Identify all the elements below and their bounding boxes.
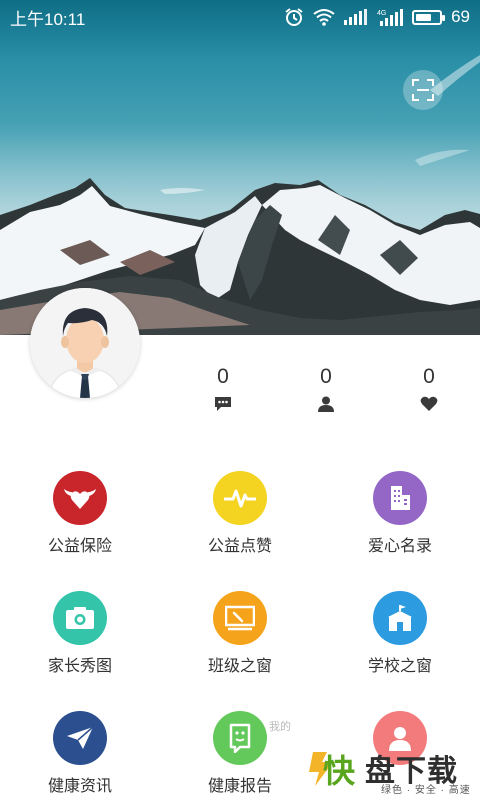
battery-icon xyxy=(412,9,446,25)
status-icons: 4G 69 xyxy=(284,7,470,27)
menu-item-health-report[interactable]: 健康报告 xyxy=(160,711,320,797)
watermark-brand-char: 快 xyxy=(323,753,356,789)
stat-likes-value: 0 xyxy=(423,365,435,388)
watermark-logo: 我的 快 盘下载 绿色 · 安全 · 高速 xyxy=(269,721,480,798)
pulse-icon xyxy=(213,471,267,525)
menu-item-label: 公益点赞 xyxy=(207,538,272,555)
wifi-icon xyxy=(313,9,335,26)
stat-followers-value: 0 xyxy=(320,365,332,388)
stat-likes[interactable]: 0 xyxy=(399,364,459,412)
menu-item-donor-list[interactable]: 爱心名录 xyxy=(320,471,480,557)
menu-item-school-window[interactable]: 学校之窗 xyxy=(320,591,480,677)
menu-item-label: 健康资讯 xyxy=(47,778,112,795)
stat-followers[interactable]: 0 xyxy=(296,364,356,412)
camera-icon xyxy=(53,591,107,645)
person-icon xyxy=(318,396,334,412)
scan-icon xyxy=(412,79,434,101)
default-avatar-icon xyxy=(30,288,140,398)
school-icon xyxy=(373,591,427,645)
menu-item-charity-likes[interactable]: 公益点赞 xyxy=(160,471,320,557)
menu-item-parent-photos[interactable]: 家长秀图 xyxy=(0,591,160,677)
heart-wings-icon xyxy=(53,471,107,525)
menu-item-charity-insurance[interactable]: 公益保险 xyxy=(0,471,160,557)
menu-item-class-window[interactable]: 班级之窗 xyxy=(160,591,320,677)
menu-item-label: 家长秀图 xyxy=(47,658,112,675)
menu-item-label: 健康报告 xyxy=(207,778,272,795)
status-bar: 上午10:11 4G 69 xyxy=(0,0,480,34)
menu-item-health-news[interactable]: 健康资讯 xyxy=(0,711,160,797)
paper-plane-icon xyxy=(53,711,107,765)
watermark-caption: 我的 xyxy=(269,721,291,733)
menu-item-label: 班级之窗 xyxy=(207,658,272,675)
blackboard-icon xyxy=(213,591,267,645)
watermark-tagline: 绿色 · 安全 · 高速 xyxy=(381,785,471,796)
svg-text:4G: 4G xyxy=(377,10,386,17)
header-banner xyxy=(0,0,480,335)
building-icon xyxy=(373,471,427,525)
battery-percent: 69 xyxy=(451,7,470,26)
menu-item-label: 爱心名录 xyxy=(367,538,432,555)
mountain-photo xyxy=(0,55,480,335)
scan-button[interactable] xyxy=(403,70,443,110)
message-icon xyxy=(215,397,231,411)
stat-messages-value: 0 xyxy=(217,365,229,388)
status-time: 上午10:11 xyxy=(10,9,86,29)
alarm-icon xyxy=(285,8,303,26)
heart-icon xyxy=(420,396,438,411)
smile-card-icon xyxy=(213,711,267,765)
menu-item-label: 公益保险 xyxy=(47,538,112,555)
stat-messages[interactable]: 0 xyxy=(193,364,253,412)
signal-4g-icon: 4G xyxy=(377,9,404,26)
signal-icon xyxy=(344,9,368,25)
menu-item-label: 学校之窗 xyxy=(367,658,432,675)
avatar[interactable] xyxy=(30,288,140,398)
